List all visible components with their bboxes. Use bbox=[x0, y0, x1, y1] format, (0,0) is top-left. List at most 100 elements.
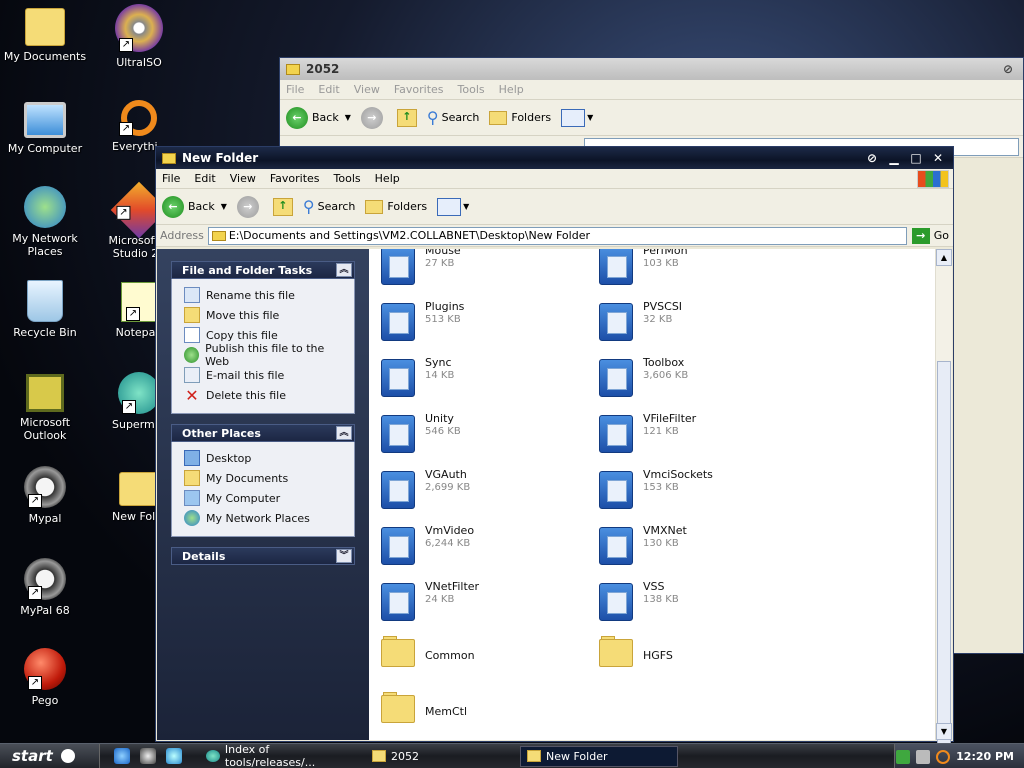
computer-icon bbox=[184, 490, 200, 506]
title-bar[interactable]: 2052 ⊘ bbox=[280, 58, 1023, 80]
back-button[interactable]: ← Back ▼ bbox=[286, 106, 351, 129]
menu-favorites[interactable]: Favorites bbox=[270, 172, 320, 185]
desktop-icon-everything[interactable]: ↗ Everythi bbox=[94, 96, 184, 153]
file-folder-tasks-header[interactable]: File and Folder Tasks ︽ bbox=[171, 261, 355, 279]
place-desktop[interactable]: Desktop bbox=[184, 448, 344, 468]
desktop-icon-mypal-68[interactable]: ↗ MyPal 68 bbox=[0, 558, 90, 617]
shortcut-arrow-icon: ↗ bbox=[122, 400, 136, 414]
scroll-up-button[interactable]: ▲ bbox=[936, 249, 952, 266]
folder-item-hgfs[interactable]: HGFS bbox=[597, 635, 673, 669]
menu-edit[interactable]: Edit bbox=[318, 83, 339, 96]
file-item-vfilefilter[interactable]: VFileFilter 121 KB bbox=[597, 411, 696, 455]
file-item-vgauth[interactable]: VGAuth 2,699 KB bbox=[379, 467, 470, 511]
vertical-scrollbar[interactable]: ▲ ▼ bbox=[935, 249, 952, 768]
other-places-header[interactable]: Other Places ︽ bbox=[171, 424, 355, 442]
file-item-toolbox[interactable]: Toolbox 3,606 KB bbox=[597, 355, 688, 399]
title-bar[interactable]: New Folder ⊘ ▁ □ ✕ bbox=[156, 147, 953, 169]
dropdown-arrow-icon: ▼ bbox=[220, 202, 227, 211]
go-button[interactable]: → Go bbox=[911, 227, 949, 244]
desktop-icon-my-documents[interactable]: My Documents bbox=[0, 4, 90, 63]
file-item-vmvideo[interactable]: VmVideo 6,244 KB bbox=[379, 523, 474, 567]
up-button[interactable]: ↑ bbox=[272, 197, 293, 216]
raccoon-icon[interactable] bbox=[140, 748, 156, 764]
go-arrow-icon: → bbox=[911, 227, 930, 244]
browser-icon[interactable] bbox=[166, 748, 182, 764]
search-button[interactable]: ⚲ Search bbox=[427, 108, 480, 127]
file-item-perfmon[interactable]: PerfMon 103 KB bbox=[597, 249, 688, 287]
menu-favorites[interactable]: Favorites bbox=[394, 83, 444, 96]
menu-view[interactable]: View bbox=[230, 172, 256, 185]
file-item-plugins[interactable]: Plugins 513 KB bbox=[379, 299, 464, 343]
maximize-button[interactable]: □ bbox=[907, 150, 925, 166]
place-my-documents[interactable]: My Documents bbox=[184, 468, 344, 488]
forward-button[interactable]: → bbox=[236, 195, 263, 218]
views-button[interactable]: ▼ bbox=[437, 197, 469, 216]
desktop-icon-recycle-bin[interactable]: Recycle Bin bbox=[0, 280, 90, 339]
folders-button[interactable]: Folders bbox=[365, 199, 427, 214]
file-item-vss[interactable]: VSS 138 KB bbox=[597, 579, 679, 623]
forward-button[interactable]: → bbox=[360, 106, 387, 129]
file-item-unity[interactable]: Unity 546 KB bbox=[379, 411, 461, 455]
place-my-computer[interactable]: My Computer bbox=[184, 488, 344, 508]
task-rename-file[interactable]: Rename this file bbox=[184, 285, 344, 305]
menu-help[interactable]: Help bbox=[499, 83, 524, 96]
desktop-icon-pego[interactable]: ↗ Pego bbox=[0, 648, 90, 707]
volume-tray-icon[interactable] bbox=[916, 749, 931, 764]
file-item-vmxnet[interactable]: VMXNet 130 KB bbox=[597, 523, 687, 567]
file-item-sync[interactable]: Sync 14 KB bbox=[379, 355, 454, 399]
scroll-thumb[interactable] bbox=[937, 361, 951, 768]
desktop-icon-microsoft-outlook[interactable]: Microsoft Outlook bbox=[0, 374, 90, 442]
search-tray-icon[interactable] bbox=[936, 749, 951, 764]
taskbar-task-index-tools[interactable]: Index of tools/releases/... bbox=[200, 743, 362, 768]
file-item-mouse[interactable]: Mouse 27 KB bbox=[379, 249, 461, 287]
cab-file-icon bbox=[379, 411, 417, 455]
task-move-file[interactable]: Move this file bbox=[184, 305, 344, 325]
chevron-up-icon[interactable]: ︽ bbox=[336, 263, 352, 277]
menu-help[interactable]: Help bbox=[375, 172, 400, 185]
menu-edit[interactable]: Edit bbox=[194, 172, 215, 185]
network-tray-icon[interactable] bbox=[896, 749, 911, 764]
desktop-icon-ultraiso[interactable]: ↗ UltraISO bbox=[94, 4, 184, 69]
start-button[interactable]: start bbox=[0, 743, 100, 768]
internet-explorer-icon[interactable] bbox=[114, 748, 130, 764]
search-button[interactable]: ⚲ Search bbox=[303, 197, 356, 216]
windows-logo-icon: ⊘ bbox=[866, 151, 878, 165]
folder-item-memctl[interactable]: MemCtl bbox=[379, 691, 467, 725]
other-places-group: Other Places ︽ Desktop My Documents My C… bbox=[171, 424, 355, 537]
taskbar-task-new-folder[interactable]: New Folder bbox=[520, 745, 678, 767]
clock[interactable]: 12:20 PM bbox=[956, 750, 1014, 763]
details-header[interactable]: Details ︾ bbox=[171, 547, 355, 565]
up-button[interactable]: ↑ bbox=[396, 108, 417, 127]
address-field[interactable]: E:\Documents and Settings\VM2.COLLABNET\… bbox=[207, 226, 907, 245]
window-new-folder[interactable]: New Folder ⊘ ▁ □ ✕ File Edit View Favori… bbox=[155, 146, 954, 768]
file-list[interactable]: Mouse 27 KB PerfMon 103 KB Plugins 513 KB P… bbox=[369, 249, 935, 740]
task-delete-file[interactable]: ✕ Delete this file bbox=[184, 385, 344, 405]
file-item-pvscsi[interactable]: PVSCSI 32 KB bbox=[597, 299, 682, 343]
desktop-icon-my-computer[interactable]: My Computer bbox=[0, 96, 90, 155]
taskbar-task-2052[interactable]: 2052 bbox=[366, 746, 516, 767]
task-email-file[interactable]: E-mail this file bbox=[184, 365, 344, 385]
close-button[interactable]: ✕ bbox=[929, 150, 947, 166]
task-publish-web[interactable]: Publish this file to the Web bbox=[184, 342, 344, 368]
forward-arrow-icon: → bbox=[236, 195, 259, 218]
shortcut-arrow-icon: ↗ bbox=[116, 205, 131, 220]
place-my-network-places[interactable]: My Network Places bbox=[184, 508, 344, 528]
chevron-up-icon[interactable]: ︽ bbox=[336, 426, 352, 440]
menu-tools[interactable]: Tools bbox=[458, 83, 485, 96]
back-button[interactable]: ← Back ▼ bbox=[162, 195, 227, 218]
network-globe-icon bbox=[24, 186, 66, 228]
desktop-icon-mypal[interactable]: ↗ Mypal bbox=[0, 466, 90, 525]
menu-view[interactable]: View bbox=[354, 83, 380, 96]
menu-file[interactable]: File bbox=[162, 172, 180, 185]
file-item-vnetfilter[interactable]: VNetFilter 24 KB bbox=[379, 579, 479, 623]
desktop-icon-my-network-places[interactable]: My Network Places bbox=[0, 186, 90, 258]
menu-file[interactable]: File bbox=[286, 83, 304, 96]
scroll-down-button[interactable]: ▼ bbox=[936, 723, 952, 740]
views-button[interactable]: ▼ bbox=[561, 108, 593, 127]
folders-button[interactable]: Folders bbox=[489, 110, 551, 125]
folder-item-common[interactable]: Common bbox=[379, 635, 475, 669]
menu-tools[interactable]: Tools bbox=[334, 172, 361, 185]
minimize-button[interactable]: ▁ bbox=[885, 150, 903, 166]
chevron-down-icon[interactable]: ︾ bbox=[336, 549, 352, 563]
file-item-vmcisockets[interactable]: VmciSockets 153 KB bbox=[597, 467, 713, 511]
